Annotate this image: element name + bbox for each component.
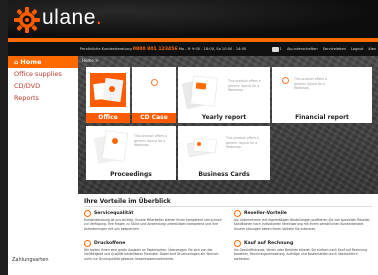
logout-link[interactable]: Logout xyxy=(351,42,363,56)
advantage-item: Servicequalität Kundenberatung ist uns w… xyxy=(84,210,222,231)
sidebar-item-cd-dvd[interactable]: CD/DVD xyxy=(8,80,78,92)
user-link[interactable]: Alex xyxy=(368,42,376,56)
invoice-icon xyxy=(234,240,241,247)
placeholder-text: This product offers a generic layout for… xyxy=(226,136,259,149)
advantage-text: Wir bieten Ihnen eine große Auswahl an P… xyxy=(84,248,219,261)
placeholder-text: This product offers a generic layout for… xyxy=(294,77,327,90)
product-tile-financial-report[interactable]: This product offers a generic layout for… xyxy=(272,67,372,123)
sidebar-item-office-supplies[interactable]: Office supplies xyxy=(8,68,78,80)
advantage-title: Servicequalität xyxy=(94,211,134,216)
divider xyxy=(84,206,372,207)
advantage-title: Kauf auf Rechnung xyxy=(244,241,294,246)
office-supplies-image xyxy=(90,73,126,107)
brand-wordmark[interactable]: ulane. xyxy=(42,6,102,30)
placeholder-text: This product offers a generic layout for… xyxy=(134,134,167,147)
hotline-hours: Mo - Fr 9:00 - 18:00, Sa 10:00 - 14:00 xyxy=(178,47,247,51)
home-icon: ⌂ xyxy=(14,59,19,66)
app-window: ulane. Persönliche Kundenberatung 0800 8… xyxy=(8,0,378,275)
sidebar-item-home[interactable]: ⌂ Home xyxy=(8,56,78,68)
placeholder-logo-icon xyxy=(151,79,158,86)
tile-label: Business Cards xyxy=(198,171,250,178)
sidebar: ⌂ Home Office supplies CD/DVD Reports Zah… xyxy=(8,56,78,275)
hotline-info: Persönliche Kundenberatung 0800 801 1234… xyxy=(80,47,247,52)
breadcrumb[interactable]: Home > xyxy=(82,58,98,63)
advantage-text: Als Unternehmen mit regelmäßigen Bestell… xyxy=(234,218,371,231)
business-cards-image xyxy=(186,137,217,158)
tile-label: Proceedings xyxy=(110,171,152,178)
product-tile-office-supplies[interactable]: Office supplies xyxy=(86,67,130,123)
tile-label: Yearly report xyxy=(201,114,247,121)
advantage-item: Druckoffene Wir bieten Ihnen eine große … xyxy=(84,240,222,261)
placeholder-logo-icon xyxy=(282,77,289,84)
top-nav: 1 Alp-nderschaften Serviceleben Logout A… xyxy=(271,42,376,56)
hotline-phone[interactable]: 0800 801 123456 xyxy=(133,47,178,52)
advantage-text: Kundenberatung ist uns wichtig. Unsere M… xyxy=(84,218,222,231)
cart-icon xyxy=(271,46,279,52)
ulane-logo-icon[interactable] xyxy=(14,7,40,33)
advantage-text: Als Geschäftskunde, Verein oder Behörde … xyxy=(234,248,368,261)
advantage-item: Kauf auf Rechnung Als Geschäftskunde, Ve… xyxy=(234,240,372,261)
main-content: Home > Office supplies This product offe… xyxy=(78,56,378,275)
site-header: ulane. xyxy=(8,0,378,38)
product-tile-proceedings[interactable]: This product offers a generic layout for… xyxy=(86,126,176,180)
top-info-bar: Persönliche Kundenberatung 0800 801 1234… xyxy=(8,42,378,56)
service-icon xyxy=(84,210,91,217)
proceedings-image xyxy=(94,130,129,164)
advantages-section: Ihre Vorteile im Überblick Servicequalit… xyxy=(78,194,378,275)
product-tile-business-cards[interactable]: This product offers a generic layout for… xyxy=(178,126,270,180)
tile-label: Office supplies xyxy=(86,113,130,123)
tile-label: CD Case xyxy=(132,113,176,123)
payment-methods-heading: Zahlungsarten xyxy=(12,257,49,263)
placeholder-text: This product offers a generic layout for… xyxy=(228,79,261,92)
top-nav-item[interactable]: Alp-nderschaften xyxy=(287,42,318,56)
yearly-report-image xyxy=(182,75,218,109)
placeholder-text: This product offers a generic layout for… xyxy=(137,90,171,103)
advantage-title: Druckoffene xyxy=(94,241,126,246)
reseller-icon xyxy=(234,210,241,217)
advantage-item: Reseller-Vorteile Als Unternehmen mit re… xyxy=(234,210,372,231)
tile-label: Financial report xyxy=(295,114,349,121)
print-icon xyxy=(84,240,91,247)
top-nav-item[interactable]: Serviceleben xyxy=(323,42,346,56)
advantage-title: Reseller-Vorteile xyxy=(244,211,287,216)
product-tile-yearly-report[interactable]: This product offers a generic layout for… xyxy=(178,67,270,123)
sidebar-item-reports[interactable]: Reports xyxy=(8,92,78,104)
product-tile-cd-case[interactable]: This product offers a generic layout for… xyxy=(132,67,176,123)
cart-link[interactable]: 1 xyxy=(271,42,282,56)
advantages-title: Ihre Vorteile im Überblick xyxy=(84,198,171,205)
